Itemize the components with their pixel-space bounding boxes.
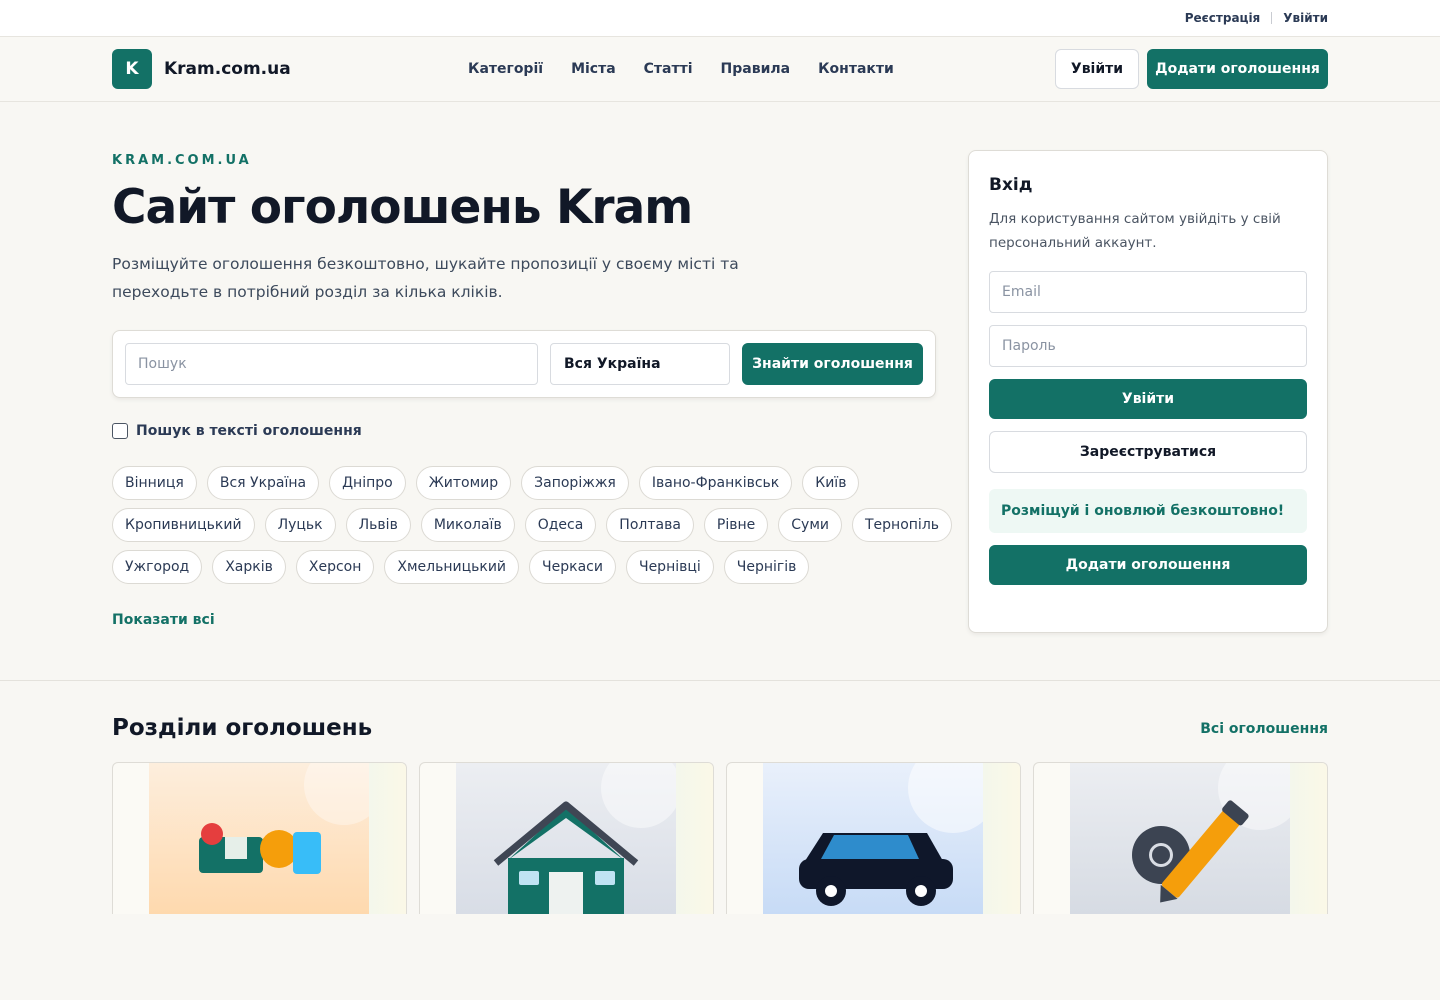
tools-icon: [1070, 763, 1290, 914]
hero-kicker: KRAM.COM.UA: [112, 153, 252, 168]
login-panel: Вхід Для користування сайтом увійдіть у …: [968, 150, 1328, 633]
city-chip[interactable]: Луцьк: [264, 508, 336, 542]
text-search-option[interactable]: Пошук в тексті оголошення: [112, 423, 362, 439]
card-glow: [366, 763, 406, 914]
city-chip[interactable]: Херсон: [295, 550, 375, 584]
topbar-divider: [1271, 12, 1273, 24]
card-glow: [673, 763, 713, 914]
site-logo[interactable]: K Kram.com.ua: [112, 49, 291, 89]
city-chip[interactable]: Івано-Франківськ: [638, 466, 793, 500]
page-title: Сайт оголошень Kram: [112, 180, 693, 235]
login-description: Для користування сайтом увійдіть у свій …: [989, 211, 1281, 251]
nav-categories[interactable]: Категорії: [468, 61, 543, 77]
hero-description: Розміщуйте оголошення безкоштовно, шукай…: [112, 255, 739, 301]
register-button[interactable]: Зареєструватися: [989, 431, 1307, 473]
logo-text: Kram.com.ua: [164, 59, 291, 79]
city-chip[interactable]: Київ: [802, 466, 860, 500]
city-chip-row: Вінниця Вся Україна Дніпро Житомир Запор…: [112, 466, 912, 500]
city-chip-row: Кропивницький Луцьк Львів Миколаїв Одеса…: [112, 508, 953, 542]
text-search-checkbox[interactable]: [112, 423, 128, 439]
city-chip[interactable]: Львів: [345, 508, 411, 542]
city-chip[interactable]: Дніпро: [329, 466, 406, 500]
topbar-register-link[interactable]: Реєстрація: [1185, 11, 1261, 25]
header-add-listing-button[interactable]: Додати оголошення: [1147, 49, 1328, 89]
category-card[interactable]: [1033, 762, 1328, 914]
nav-articles[interactable]: Статті: [644, 61, 693, 77]
car-icon: [763, 763, 983, 914]
card-glow: [980, 763, 1020, 914]
top-utility-bar: Реєстрація Увійти: [0, 0, 1440, 37]
category-card[interactable]: [726, 762, 1021, 914]
city-chip[interactable]: Миколаїв: [420, 508, 515, 542]
nav-cities[interactable]: Міста: [571, 61, 616, 77]
topbar-login-link[interactable]: Увійти: [1283, 11, 1328, 25]
promo-banner: Розміщуй і оновлюй безкоштовно!: [989, 489, 1307, 533]
email-field[interactable]: [989, 271, 1307, 313]
city-chip[interactable]: Черкаси: [529, 550, 616, 584]
city-chip[interactable]: Чернівці: [625, 550, 714, 584]
category-card[interactable]: [419, 762, 714, 914]
city-chip[interactable]: Кропивницький: [112, 508, 255, 542]
city-chip[interactable]: Ужгород: [112, 550, 203, 584]
hero-section: KRAM.COM.UA Сайт оголошень Kram Розміщуй…: [0, 102, 1440, 681]
children-goods-icon: [149, 763, 369, 914]
text-search-label: Пошук в тексті оголошення: [136, 423, 362, 439]
show-all-cities-link[interactable]: Показати всі: [112, 612, 215, 628]
category-card[interactable]: [112, 762, 407, 914]
city-chip[interactable]: Вся Україна: [206, 466, 320, 500]
search-input[interactable]: [125, 343, 538, 385]
region-select[interactable]: Вся Україна: [550, 343, 730, 385]
city-chip[interactable]: Хмельницький: [384, 550, 520, 584]
password-field[interactable]: [989, 325, 1307, 367]
section-title: Розділи оголошень: [112, 715, 373, 741]
site-header: K Kram.com.ua Категорії Міста Статті Пра…: [0, 37, 1440, 102]
city-chip[interactable]: Полтава: [606, 508, 694, 542]
main-nav: Категорії Міста Статті Правила Контакти: [468, 61, 894, 77]
city-chip[interactable]: Житомир: [415, 466, 512, 500]
search-button[interactable]: Знайти оголошення: [742, 343, 923, 385]
header-actions: Увійти Додати оголошення: [1055, 49, 1328, 89]
city-chip[interactable]: Чернігів: [723, 550, 810, 584]
all-listings-link[interactable]: Всі оголошення: [1200, 721, 1328, 737]
login-submit-button[interactable]: Увійти: [989, 379, 1307, 419]
card-glow: [1287, 763, 1327, 914]
login-title: Вхід: [989, 175, 1033, 195]
city-chip[interactable]: Суми: [778, 508, 842, 542]
nav-rules[interactable]: Правила: [721, 61, 791, 77]
city-chip[interactable]: Запоріжжя: [521, 466, 629, 500]
nav-contacts[interactable]: Контакти: [818, 61, 894, 77]
logo-mark: K: [112, 49, 152, 89]
search-panel: Вся Україна Знайти оголошення: [112, 330, 936, 398]
city-chips: Вінниця Вся Україна Дніпро Житомир Запор…: [112, 466, 953, 592]
city-chip[interactable]: Одеса: [524, 508, 597, 542]
city-chip[interactable]: Вінниця: [112, 466, 197, 500]
city-chip[interactable]: Харків: [212, 550, 286, 584]
house-icon: [456, 763, 676, 914]
city-chip[interactable]: Тернопіль: [852, 508, 953, 542]
city-chip[interactable]: Рівне: [703, 508, 769, 542]
city-chip-row: Ужгород Харків Херсон Хмельницький Черка…: [112, 550, 912, 584]
category-cards: [112, 762, 1328, 914]
panel-add-listing-button[interactable]: Додати оголошення: [989, 545, 1307, 585]
header-login-button[interactable]: Увійти: [1055, 49, 1139, 89]
categories-section: Розділи оголошень Всі оголошення: [0, 681, 1440, 1000]
